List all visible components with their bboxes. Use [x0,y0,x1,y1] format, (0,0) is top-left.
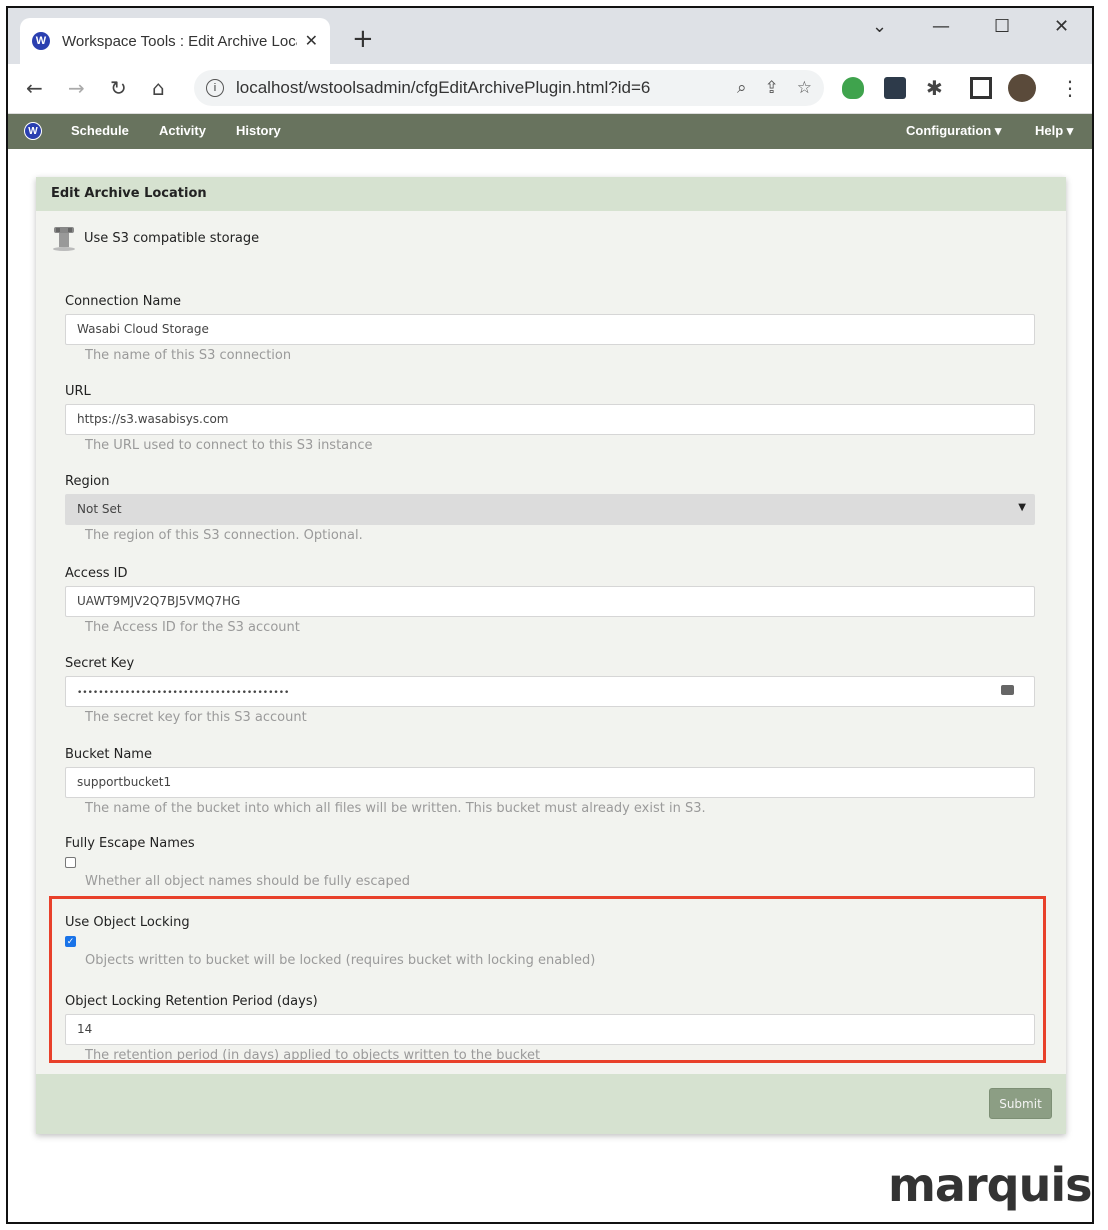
storage-type-label: Use S3 compatible storage [84,230,260,246]
field-region: Region Not Set ▼ The region of this S3 co… [65,474,1035,543]
region-select[interactable]: Not Set ▼ [65,494,1035,525]
nav-schedule[interactable]: Schedule [71,123,129,138]
field-label: Fully Escape Names [65,836,195,851]
field-help: The Access ID for the S3 account [85,620,300,635]
reload-icon[interactable]: ↻ [110,76,127,100]
password-manager-icon[interactable] [1001,685,1014,695]
minimize-icon[interactable]: — [932,16,950,37]
field-label: Region [65,474,110,489]
close-tab-icon[interactable]: ✕ [305,31,318,51]
new-tab-icon[interactable]: + [352,24,374,54]
field-label: Access ID [65,566,128,581]
field-help: The name of this S3 connection [85,348,292,363]
app-nav: W Schedule Activity History Configuratio… [8,114,1092,149]
field-help: The secret key for this S3 account [85,710,307,725]
highlight-box [49,896,1046,1063]
nav-configuration-dropdown[interactable]: Configuration ▾ [906,123,1001,139]
address-bar[interactable]: i localhost/wstoolsadmin/cfgEditArchiveP… [194,70,824,106]
field-label: Connection Name [65,294,182,309]
panel-title: Edit Archive Location [36,177,1066,211]
field-label: Bucket Name [65,747,152,762]
menu-icon[interactable]: ⋮ [1060,76,1080,100]
tab-title: Workspace Tools : Edit Archive Location [62,32,297,50]
maximize-icon[interactable]: ☐ [994,16,1010,37]
close-window-icon[interactable]: ✕ [1054,16,1069,37]
field-help: The region of this S3 connection. Option… [85,528,363,543]
field-help: The URL used to connect to this S3 insta… [85,438,373,453]
bucket-name-input[interactable]: supportbucket1 [65,767,1035,798]
field-fully-escape-names: Fully Escape Names Whether all object na… [65,836,1035,889]
browser-window: W Workspace Tools : Edit Archive Locatio… [6,6,1094,1224]
extensions-icon[interactable]: ✱ [926,76,943,100]
panel-footer: Submit [36,1074,1066,1134]
avatar[interactable] [1008,74,1036,102]
back-icon[interactable]: ← [26,76,43,100]
marquis-logo: marquis [888,1158,1092,1212]
field-url: URL https://s3.wasabisys.com The URL use… [65,384,1035,453]
nav-help-dropdown[interactable]: Help ▾ [1035,123,1073,139]
nav-activity[interactable]: Activity [159,123,206,138]
field-secret-key: Secret Key •••••••••••••••••••••••••••••… [65,656,1035,725]
browser-tab[interactable]: W Workspace Tools : Edit Archive Locatio… [20,18,330,64]
field-help: Whether all object names should be fully… [85,874,411,889]
password-manager-icon[interactable] [884,77,906,99]
field-connection-name: Connection Name Wasabi Cloud Storage The… [65,294,1035,363]
storage-type: Use S3 compatible storage [52,225,259,251]
secret-key-input[interactable]: •••••••••••••••••••••••••••••••••••••••• [65,676,1035,707]
access-id-input[interactable]: UAWT9MJV2Q7BJ5VMQ7HG [65,586,1035,617]
field-label: Secret Key [65,656,135,671]
fully-escape-names-checkbox[interactable] [65,857,76,868]
tab-search-icon[interactable]: ⌄ [872,16,887,37]
submit-button[interactable]: Submit [989,1088,1052,1119]
region-value: Not Set [77,502,122,516]
evernote-icon[interactable] [842,77,864,99]
field-label: URL [65,384,91,399]
info-icon[interactable]: i [206,79,224,97]
nav-history[interactable]: History [236,123,281,138]
home-icon[interactable]: ⌂ [152,76,165,100]
edit-archive-panel: Edit Archive Location Use S3 compatible … [36,177,1066,1134]
dropdown-arrow-icon: ▼ [1018,502,1026,513]
connection-name-input[interactable]: Wasabi Cloud Storage [65,314,1035,345]
side-panel-icon[interactable] [970,77,992,99]
browser-toolbar: ← → ↻ ⌂ i localhost/wstoolsadmin/cfgEdit… [8,64,1092,114]
bookmark-star-icon[interactable]: ☆ [797,78,812,98]
zoom-icon[interactable]: ⌕ [737,78,747,98]
field-access-id: Access ID UAWT9MJV2Q7BJ5VMQ7HG The Acces… [65,566,1035,635]
app-logo[interactable]: W [24,122,42,140]
field-bucket-name: Bucket Name supportbucket1 The name of t… [65,747,1035,816]
share-icon[interactable]: ⇪ [765,78,779,98]
forward-icon[interactable]: → [68,76,85,100]
s3-storage-icon [53,227,75,251]
url-input[interactable]: https://s3.wasabisys.com [65,404,1035,435]
tab-bar: W Workspace Tools : Edit Archive Locatio… [8,8,1092,64]
favicon-icon: W [32,32,50,50]
field-help: The name of the bucket into which all fi… [85,801,706,816]
secret-key-value: •••••••••••••••••••••••••••••••••••••••• [77,688,290,698]
url-text: localhost/wstoolsadmin/cfgEditArchivePlu… [236,78,651,97]
